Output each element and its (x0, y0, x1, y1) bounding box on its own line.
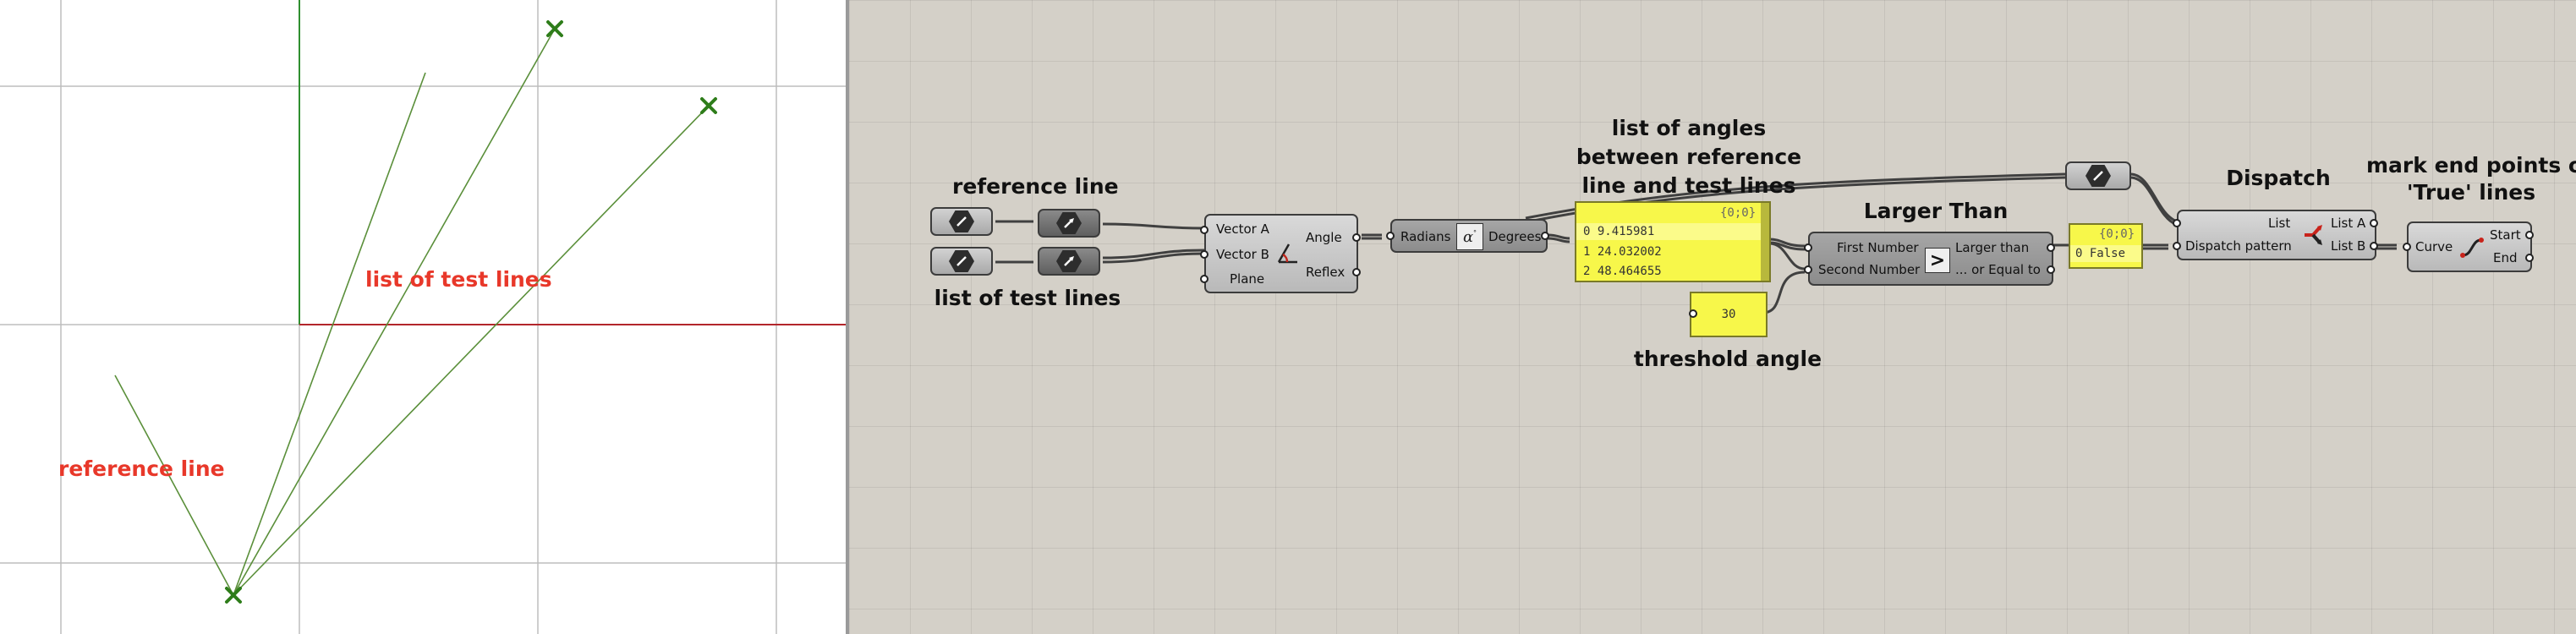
panel-scrollbar[interactable] (1761, 203, 1769, 281)
test-line-geometry (233, 28, 556, 596)
vector-param-icon (1056, 212, 1082, 234)
input-radians[interactable]: Radians (1400, 229, 1451, 244)
panel-row: 1 24.032002 (1583, 245, 1662, 259)
port-dot[interactable] (1541, 232, 1549, 240)
test-line-geometry (233, 72, 426, 596)
reference-vector-param[interactable] (1038, 209, 1100, 238)
input-first-number[interactable]: First Number (1837, 240, 1919, 255)
port-dot[interactable] (2370, 219, 2378, 227)
port-dot[interactable] (2525, 231, 2534, 239)
result-panel[interactable]: {0;0} 0 False (2069, 223, 2143, 269)
port-dot[interactable] (1352, 268, 1361, 276)
output-or-equal[interactable]: ... or Equal to (1955, 262, 2041, 277)
output-reflex[interactable]: Reflex (1306, 265, 1345, 280)
input-second-number[interactable]: Second Number (1818, 262, 1920, 277)
endpoints-title: mark end points of 'True' lines (2366, 153, 2576, 205)
input-dispatch-pattern[interactable]: Dispatch pattern (2185, 238, 2292, 254)
angles-panel-label: list of angles between reference line an… (1576, 116, 1802, 198)
point-marker (546, 20, 563, 37)
port-dot[interactable] (1804, 265, 1812, 274)
line-param-icon (2085, 165, 2111, 187)
reference-line-geometry (114, 374, 234, 596)
output-list-a[interactable]: List A (2331, 216, 2365, 231)
panel-row: 0 9.415981 (1583, 225, 1655, 238)
test-lines-param[interactable] (930, 247, 993, 276)
line-param-icon (949, 210, 974, 232)
test-vectors-param[interactable] (1038, 247, 1100, 276)
output-list-b[interactable]: List B (2331, 238, 2365, 254)
port-dot[interactable] (2370, 242, 2378, 250)
panel-row: 0 False (2075, 247, 2126, 260)
input-curve[interactable]: Curve (2415, 239, 2453, 254)
panel-row: 2 48.464655 (1583, 265, 1662, 278)
test-lines-annotation: list of test lines (365, 267, 552, 292)
port-dot[interactable] (1689, 309, 1697, 318)
port-dot[interactable] (1352, 233, 1361, 242)
angles-panel[interactable]: {0;0} 0 9.415981 1 24.032002 2 48.464655 (1575, 201, 1771, 282)
input-vector-b[interactable]: Vector B (1216, 247, 1269, 262)
input-plane[interactable]: Plane (1230, 271, 1264, 287)
vector-param-icon (1056, 250, 1082, 272)
output-angle[interactable]: Angle (1306, 230, 1342, 245)
reference-line-annotation: reference line (58, 456, 225, 481)
relay-param[interactable] (2065, 161, 2131, 190)
svg-text:α: α (1463, 228, 1473, 246)
output-larger-than[interactable]: Larger than (1955, 240, 2029, 255)
threshold-value: 30 (1721, 308, 1736, 321)
grasshopper-canvas[interactable]: reference line list of test lines Vector… (849, 0, 2576, 634)
point-marker (700, 97, 717, 114)
threshold-label: threshold angle (1633, 347, 1822, 371)
line-param-icon (949, 250, 974, 272)
port-dot[interactable] (2047, 243, 2055, 252)
test-lines-label: list of test lines (934, 286, 1121, 310)
panel-path-header: {0;0} (2099, 227, 2135, 241)
port-dot[interactable] (1804, 243, 1812, 252)
output-start[interactable]: Start (2490, 227, 2521, 243)
port-dot[interactable] (1200, 275, 1209, 283)
reference-line-label: reference line (952, 174, 1119, 199)
port-dot[interactable] (2525, 254, 2534, 262)
degrees-component[interactable]: Radians α ° Degrees (1386, 219, 1549, 253)
angle-component[interactable]: Vector A Vector B Plane Angle Reflex (1200, 214, 1361, 293)
wire (1102, 222, 1205, 230)
larger-than-component[interactable]: First Number Second Number > Larger than… (1804, 232, 2055, 286)
threshold-panel[interactable]: 30 (1690, 292, 1768, 337)
output-end[interactable]: End (2493, 250, 2518, 265)
port-dot[interactable] (2047, 265, 2055, 274)
point-marker (225, 587, 242, 604)
port-dot[interactable] (1200, 226, 1209, 234)
port-dot[interactable] (2173, 242, 2181, 250)
panel-path-header: {0;0} (1720, 206, 1757, 220)
input-vector-a[interactable]: Vector A (1216, 221, 1269, 237)
rhino-viewport[interactable]: list of test lines reference line (0, 0, 846, 634)
larger-than-title: Larger Than (1863, 199, 2009, 223)
alpha-degrees-icon: α ° (1456, 223, 1483, 250)
test-line-geometry (233, 105, 710, 596)
endpoints-component[interactable]: Curve Start End (2403, 221, 2534, 272)
viewport-graphics (0, 0, 846, 634)
output-degrees[interactable]: Degrees (1488, 229, 1541, 244)
dispatch-component[interactable]: List Dispatch pattern List A List B (2173, 210, 2378, 260)
svg-text:°: ° (1473, 229, 1477, 237)
curve-icon (2458, 233, 2486, 262)
dispatch-title: Dispatch (2226, 166, 2331, 190)
greater-than-icon: > (1925, 248, 1950, 273)
port-dot[interactable] (2403, 243, 2411, 251)
angle-icon (1275, 241, 1301, 266)
port-dot[interactable] (2173, 219, 2181, 227)
port-dot[interactable] (1200, 250, 1209, 259)
reference-line-param[interactable] (930, 207, 993, 236)
dispatch-icon (2300, 220, 2329, 250)
input-list[interactable]: List (2268, 216, 2290, 231)
port-dot[interactable] (1386, 232, 1395, 240)
